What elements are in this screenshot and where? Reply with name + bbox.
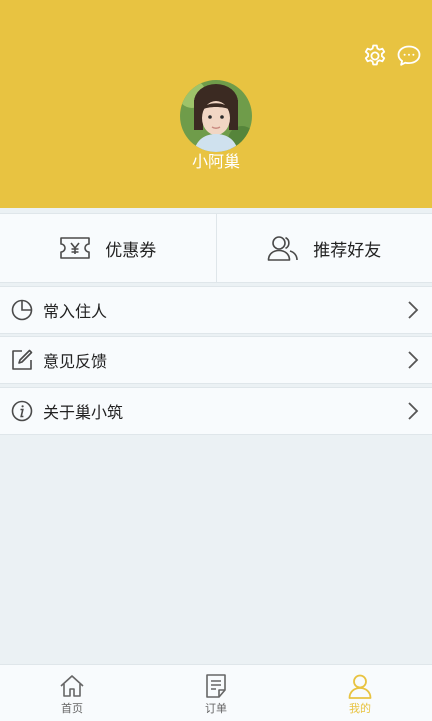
person-icon xyxy=(347,673,373,699)
bottom-tab-bar: 首页 订单 我的 xyxy=(0,664,432,721)
chevron-right-icon xyxy=(406,401,420,421)
menu-item-label: 关于巢小筑 xyxy=(43,399,406,423)
menu-item-about[interactable]: 关于巢小筑 xyxy=(0,387,432,435)
tab-label: 首页 xyxy=(61,702,83,716)
menu-item-feedback[interactable]: 意见反馈 xyxy=(0,336,432,384)
username: 小阿巢 xyxy=(0,152,432,172)
chat-bubble-icon[interactable] xyxy=(396,43,422,69)
tab-mine[interactable]: 我的 xyxy=(288,665,432,721)
yen-ticket-icon xyxy=(59,235,91,261)
tab-label: 我的 xyxy=(349,702,371,716)
refer-friends-label: 推荐好友 xyxy=(313,236,381,261)
pie-chart-icon xyxy=(11,299,33,321)
chevron-right-icon xyxy=(406,300,420,320)
edit-icon xyxy=(11,349,33,371)
info-icon xyxy=(11,400,33,422)
chevron-right-icon xyxy=(406,350,420,370)
tab-label: 订单 xyxy=(205,702,227,716)
coupons-button[interactable]: 优惠券 xyxy=(0,214,216,282)
avatar[interactable] xyxy=(180,80,252,152)
refer-friends-button[interactable]: 推荐好友 xyxy=(216,214,432,282)
tab-orders[interactable]: 订单 xyxy=(144,665,288,721)
home-icon xyxy=(59,673,85,699)
gear-icon[interactable] xyxy=(362,43,388,69)
menu-item-label: 意见反馈 xyxy=(43,348,406,372)
quick-actions: 优惠券 推荐好友 xyxy=(0,213,432,283)
profile-header: 小阿巢 xyxy=(0,0,432,208)
order-icon xyxy=(203,673,229,699)
users-icon xyxy=(267,234,299,262)
tab-home[interactable]: 首页 xyxy=(0,665,144,721)
menu-item-frequent-guests[interactable]: 常入住人 xyxy=(0,286,432,334)
coupons-label: 优惠券 xyxy=(105,236,156,261)
menu-item-label: 常入住人 xyxy=(43,298,406,322)
